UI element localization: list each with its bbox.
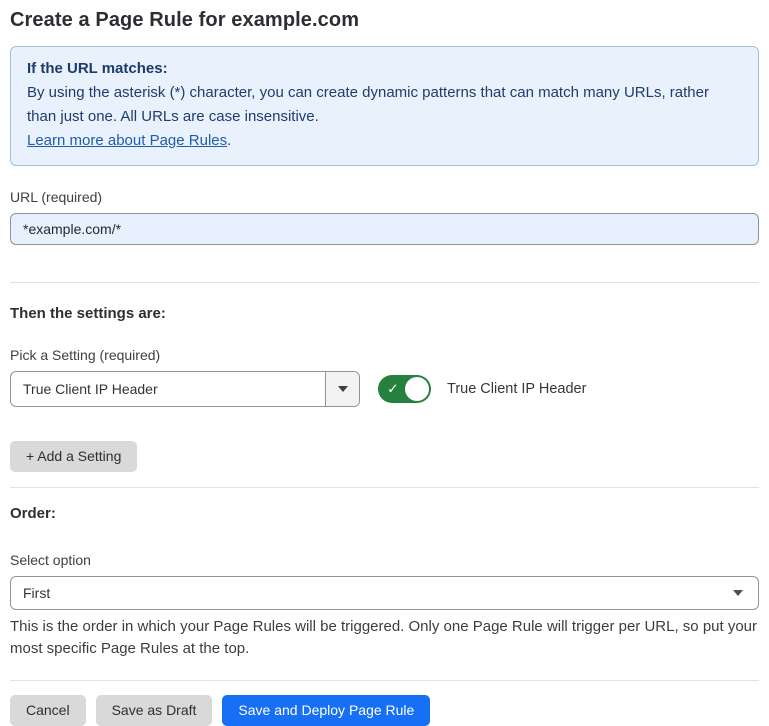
info-callout-heading: If the URL matches: xyxy=(27,57,742,81)
order-select-value: First xyxy=(23,585,50,601)
learn-more-link[interactable]: Learn more about Page Rules xyxy=(27,132,227,149)
toggle-label: True Client IP Header xyxy=(447,381,586,397)
url-match-info-callout: If the URL matches: By using the asteris… xyxy=(10,46,759,166)
order-section-heading: Order: xyxy=(10,505,759,522)
toggle-knob xyxy=(405,377,429,401)
url-input[interactable] xyxy=(10,213,759,245)
caret-down-icon xyxy=(338,386,348,392)
true-client-ip-toggle[interactable]: ✓ xyxy=(378,375,431,403)
settings-section-heading: Then the settings are: xyxy=(10,305,759,322)
save-as-draft-button[interactable]: Save as Draft xyxy=(96,695,213,726)
save-and-deploy-button[interactable]: Save and Deploy Page Rule xyxy=(222,695,430,726)
url-field-label: URL (required) xyxy=(10,189,759,205)
check-icon: ✓ xyxy=(387,382,399,396)
caret-down-icon xyxy=(733,590,743,596)
order-help-text: This is the order in which your Page Rul… xyxy=(10,616,759,659)
link-period: . xyxy=(227,132,231,149)
info-callout-body: By using the asterisk (*) character, you… xyxy=(27,81,742,129)
setting-row: True Client IP Header ✓ True Client IP H… xyxy=(10,371,759,407)
add-setting-button[interactable]: + Add a Setting xyxy=(10,441,137,472)
page-title: Create a Page Rule for example.com xyxy=(10,0,759,32)
section-divider xyxy=(10,487,759,488)
info-callout-link-line: Learn more about Page Rules. xyxy=(27,129,742,153)
pick-setting-label: Pick a Setting (required) xyxy=(10,347,759,363)
setting-select-value: True Client IP Header xyxy=(11,372,325,406)
section-divider xyxy=(10,282,759,283)
section-divider xyxy=(10,680,759,681)
select-option-label: Select option xyxy=(10,552,759,568)
order-select[interactable]: First xyxy=(10,576,759,610)
cancel-button[interactable]: Cancel xyxy=(10,695,86,726)
form-actions: Cancel Save as Draft Save and Deploy Pag… xyxy=(10,695,759,726)
setting-select[interactable]: True Client IP Header xyxy=(10,371,360,407)
setting-select-arrow-button[interactable] xyxy=(325,372,359,406)
